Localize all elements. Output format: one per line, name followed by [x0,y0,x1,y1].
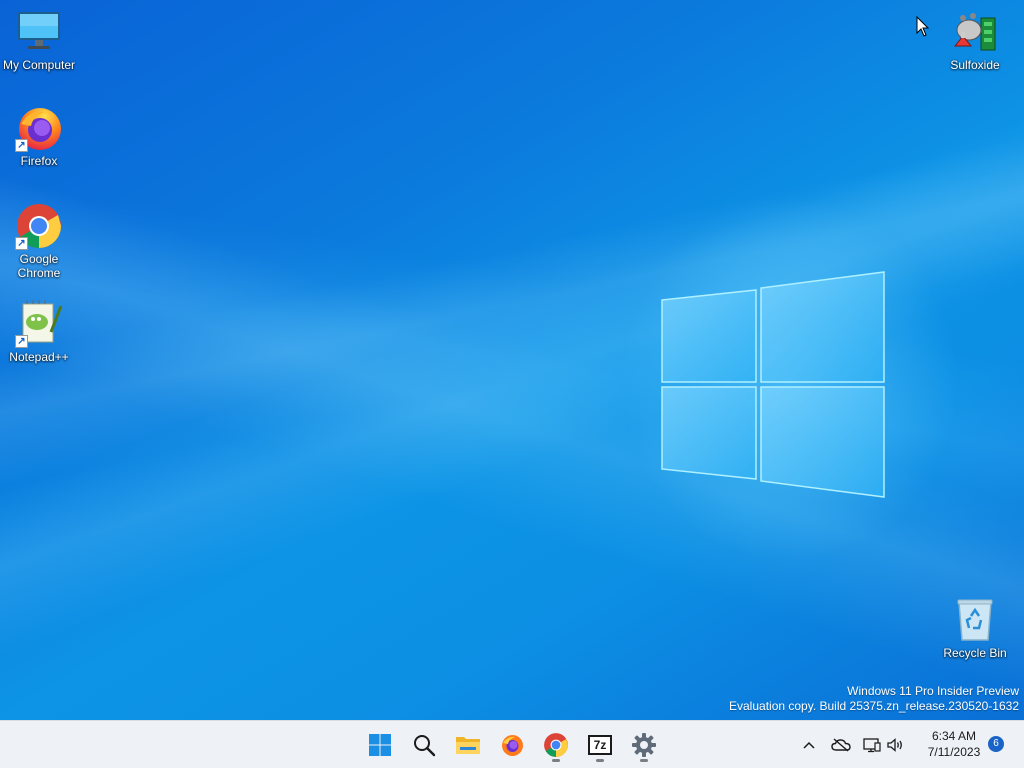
taskbar-settings-button[interactable] [626,727,662,763]
network-icon [863,738,881,753]
shortcut-arrow-icon: ↗ [15,139,28,152]
7zip-icon-label: 7z [593,738,607,752]
running-indicator [640,759,648,762]
clock-time: 6:34 AM [931,729,977,743]
chrome-icon [544,733,568,757]
start-button[interactable] [362,727,398,763]
running-indicator [596,759,604,762]
taskbar-clock[interactable]: 6:34 AM 7/11/2023 [912,728,996,760]
chevron-up-icon [803,741,815,749]
desktop-icon-notepadpp[interactable]: ↗ Notepad++ [0,300,78,364]
windows-start-icon [369,734,391,756]
recycle-bin-icon [951,596,999,644]
desktop-icon-google-chrome[interactable]: ↗ Google Chrome [0,202,78,280]
watermark-build: Evaluation copy. Build 25375.zn_release.… [729,699,1019,713]
sulfoxide-icon [951,8,999,56]
shortcut-arrow-icon: ↗ [15,335,28,348]
desktop-icon-recycle-bin[interactable]: Recycle Bin [936,596,1014,660]
taskbar: 7z 6:34 AM 7/11/2023 [0,720,1024,768]
mouse-cursor-icon [916,16,930,37]
evaluation-watermark: Windows 11 Pro Insider Preview Evaluatio… [729,684,1019,714]
7zip-icon: 7z [588,735,612,755]
desktop-icon-sulfoxide[interactable]: Sulfoxide [936,8,1014,72]
chrome-icon: ↗ [15,202,63,250]
desktop-icon-label: Firefox [20,154,58,168]
desktop-background: My Computer ↗ Firefox ↗ Google Chrome ↗ … [0,0,1024,720]
taskbar-search-button[interactable] [406,727,442,763]
taskbar-chrome-button[interactable] [538,727,574,763]
cloud-offline-icon [831,738,851,752]
shortcut-arrow-icon: ↗ [15,237,28,250]
show-hidden-icons-button[interactable] [800,721,818,769]
desktop-icon-label: Recycle Bin [943,646,1007,660]
gear-icon [632,733,656,757]
running-indicator [552,759,560,762]
taskbar-file-explorer-button[interactable] [450,727,486,763]
watermark-edition: Windows 11 Pro Insider Preview [847,684,1019,698]
desktop-icon-label: My Computer [2,58,76,72]
desktop-icon-label: Notepad++ [9,350,69,364]
desktop-icon-my-computer[interactable]: My Computer [0,8,78,72]
notepadpp-icon: ↗ [15,300,63,348]
clock-date: 7/11/2023 [927,745,981,759]
notification-badge[interactable]: 6 [988,736,1004,752]
desktop-icon-label: Sulfoxide [950,58,1000,72]
network-tray-button[interactable] [861,721,883,769]
folder-icon [456,737,480,754]
taskbar-7zip-button[interactable]: 7z [582,727,618,763]
volume-tray-button[interactable] [885,721,907,769]
onedrive-tray-button[interactable] [829,721,853,769]
windows-logo-wallpaper [661,271,885,498]
firefox-icon [502,735,523,756]
computer-icon [15,8,63,56]
desktop-icon-firefox[interactable]: ↗ Firefox [0,104,78,168]
taskbar-firefox-button[interactable] [494,727,530,763]
speaker-icon [887,738,902,752]
firefox-icon: ↗ [15,104,63,152]
search-icon [414,735,436,757]
desktop-icon-label: Google Chrome [17,252,61,280]
